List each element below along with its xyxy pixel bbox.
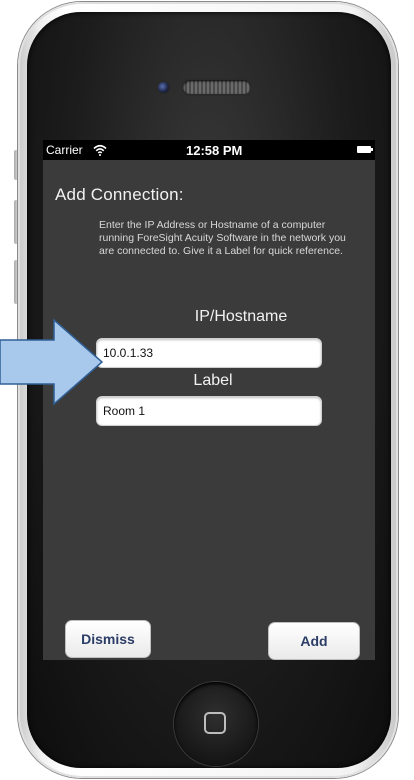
battery-icon bbox=[357, 146, 373, 153]
stage: Carrier 12:58 PM Add Connection: Enter t… bbox=[0, 0, 414, 780]
dismiss-button[interactable]: Dismiss bbox=[65, 620, 151, 658]
status-bar: Carrier 12:58 PM bbox=[43, 140, 375, 160]
instructions-text: Enter the IP Address or Hostname of a co… bbox=[99, 219, 346, 257]
page-title: Add Connection: bbox=[55, 185, 184, 204]
ip-hostname-input[interactable] bbox=[96, 338, 322, 368]
label-input[interactable] bbox=[96, 396, 322, 426]
status-time: 12:58 PM bbox=[186, 143, 243, 158]
home-button-icon bbox=[204, 712, 226, 734]
front-camera bbox=[158, 82, 169, 93]
arrow-right-icon bbox=[0, 318, 104, 406]
home-button[interactable] bbox=[174, 682, 258, 766]
wifi-icon bbox=[93, 144, 107, 156]
add-button[interactable]: Add bbox=[268, 622, 360, 660]
earpiece-speaker bbox=[183, 80, 251, 94]
label-field-label: Label bbox=[193, 372, 233, 389]
carrier-label: Carrier bbox=[46, 143, 83, 157]
ip-hostname-label: IP/Hostname bbox=[194, 308, 288, 325]
